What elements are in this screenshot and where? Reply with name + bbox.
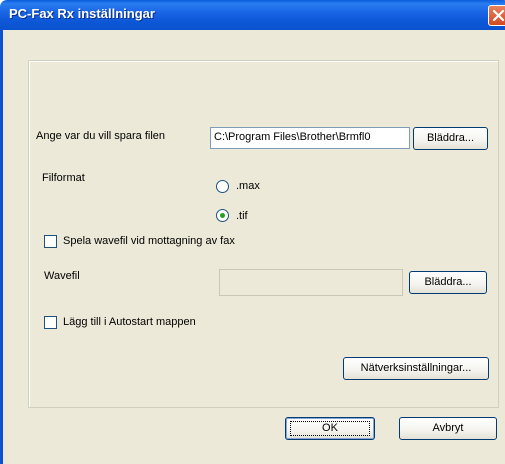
format-tif-label[interactable]: .tif bbox=[236, 210, 248, 222]
autostart-checkbox[interactable] bbox=[44, 316, 57, 329]
window-title: PC-Fax Rx inställningar bbox=[9, 6, 155, 21]
close-button[interactable] bbox=[488, 5, 505, 26]
wave-file-field[interactable] bbox=[219, 269, 403, 296]
cancel-button[interactable]: Avbryt bbox=[399, 417, 497, 440]
save-location-label: Ange var du vill spara filen bbox=[36, 130, 166, 142]
dialog-client-area: Ange var du vill spara filen C:\Program … bbox=[0, 30, 505, 464]
dialog-window: PC-Fax Rx inställningar Ange var du vill… bbox=[0, 0, 505, 464]
autostart-label[interactable]: Lägg till i Autostart mappen bbox=[63, 316, 196, 328]
network-settings-button[interactable]: Nätverksinställningar... bbox=[343, 357, 489, 380]
format-max-label[interactable]: .max bbox=[236, 180, 260, 192]
play-wave-checkbox[interactable] bbox=[44, 235, 57, 248]
radio-selected-dot bbox=[220, 213, 225, 218]
save-location-field[interactable]: C:\Program Files\Brother\Brmfl0 bbox=[210, 127, 410, 149]
wave-file-label: Wavefil bbox=[44, 270, 80, 282]
title-bar[interactable]: PC-Fax Rx inställningar bbox=[0, 0, 505, 30]
close-icon bbox=[492, 9, 505, 22]
format-tif-radio[interactable] bbox=[216, 209, 229, 222]
wave-file-browse-button[interactable]: Bläddra... bbox=[409, 271, 487, 294]
format-max-radio[interactable] bbox=[216, 180, 229, 193]
focus-rectangle bbox=[290, 421, 370, 436]
settings-group bbox=[28, 60, 499, 408]
file-format-label: Filformat bbox=[42, 172, 85, 184]
play-wave-label[interactable]: Spela wavefil vid mottagning av fax bbox=[63, 235, 235, 247]
ok-button[interactable]: OK bbox=[285, 417, 375, 440]
save-location-browse-button[interactable]: Bläddra... bbox=[413, 127, 488, 150]
